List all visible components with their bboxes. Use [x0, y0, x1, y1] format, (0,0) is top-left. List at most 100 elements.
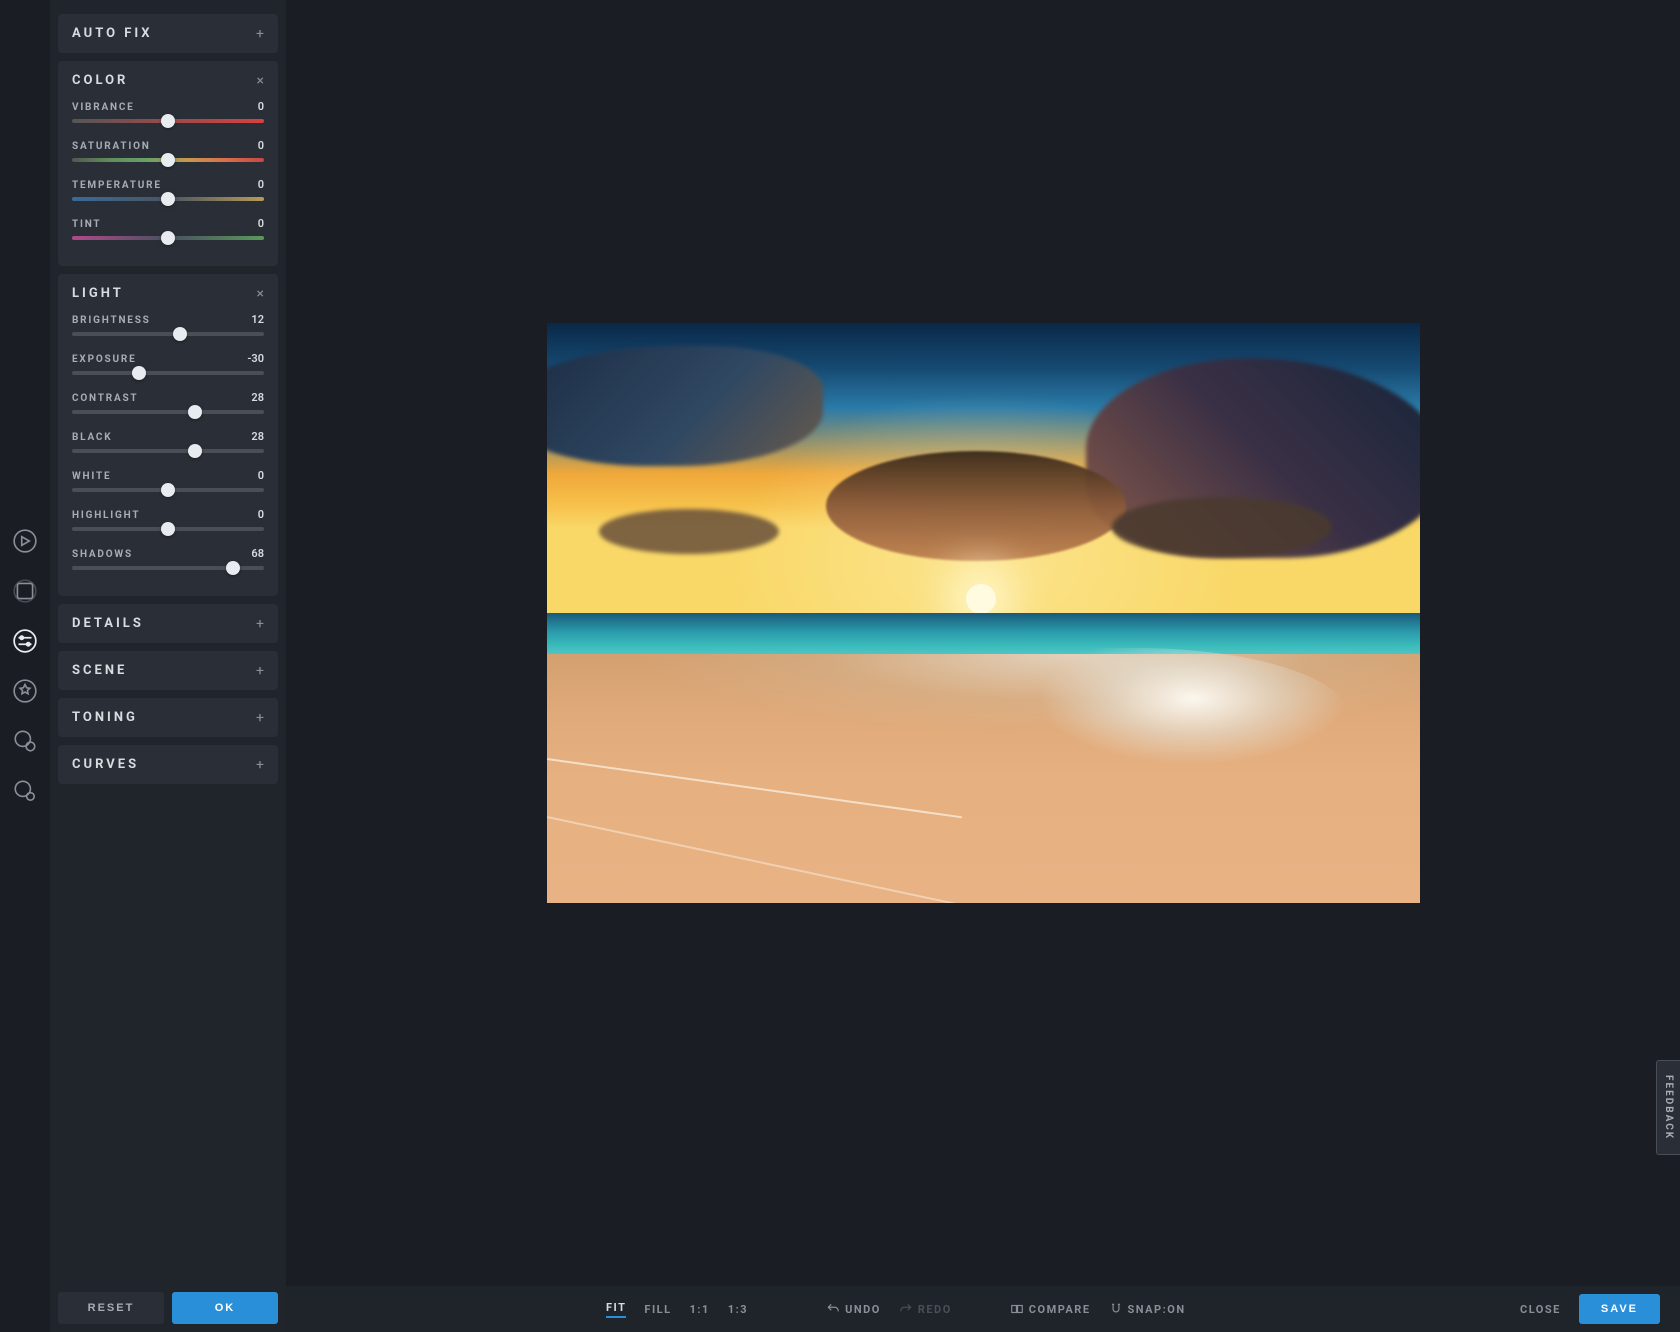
close-icon: × — [257, 74, 264, 88]
slider-thumb[interactable] — [173, 327, 187, 341]
slider-name: TINT — [72, 219, 101, 230]
compare-button[interactable]: COMPARE — [1010, 1302, 1091, 1316]
panel-header-details[interactable]: DETAILS + — [58, 604, 278, 643]
panel-header-color[interactable]: COLOR × — [58, 61, 278, 100]
slider-value: 0 — [258, 469, 264, 482]
panel-title: COLOR — [72, 73, 128, 88]
slider-thumb[interactable] — [161, 483, 175, 497]
slider-track[interactable] — [72, 566, 264, 570]
light-slider-exposure: EXPOSURE -30 — [72, 352, 264, 375]
slider-thumb[interactable] — [161, 153, 175, 167]
plus-icon: + — [256, 711, 264, 725]
snap-icon — [1109, 1302, 1123, 1316]
panel-header-curves[interactable]: CURVES + — [58, 745, 278, 784]
zoom-fill[interactable]: FILL — [644, 1303, 671, 1316]
panel-curves: CURVES + — [58, 745, 278, 784]
slider-track[interactable] — [72, 488, 264, 492]
slider-thumb[interactable] — [188, 444, 202, 458]
undo-icon — [826, 1302, 840, 1316]
panel-scene: SCENE + — [58, 651, 278, 690]
undo-label: UNDO — [845, 1303, 881, 1316]
bottom-toolbar: FIT FILL 1:1 1:3 UNDO REDO COMPARE — [286, 1286, 1680, 1332]
slider-name: EXPOSURE — [72, 354, 137, 365]
panel-details: DETAILS + — [58, 604, 278, 643]
ok-button[interactable]: OK — [172, 1292, 278, 1324]
slider-track[interactable] — [72, 371, 264, 375]
panel-title: TONING — [72, 710, 138, 725]
slider-thumb[interactable] — [161, 522, 175, 536]
zoom-1-3[interactable]: 1:3 — [728, 1303, 748, 1316]
slider-track[interactable] — [72, 236, 264, 240]
panel-title: DETAILS — [72, 616, 144, 631]
panel-title: AUTO FIX — [72, 26, 153, 41]
slider-thumb[interactable] — [161, 192, 175, 206]
slider-track[interactable] — [72, 119, 264, 123]
plus-icon: + — [256, 758, 264, 772]
slider-value: 28 — [251, 430, 264, 443]
slider-thumb[interactable] — [161, 231, 175, 245]
slider-value: 0 — [258, 178, 264, 191]
slider-track[interactable] — [72, 449, 264, 453]
slider-track[interactable] — [72, 197, 264, 201]
panel-title: CURVES — [72, 757, 139, 772]
close-button[interactable]: CLOSE — [1520, 1303, 1561, 1316]
slider-track[interactable] — [72, 527, 264, 531]
compare-icon — [1010, 1302, 1024, 1316]
slider-name: SATURATION — [72, 141, 151, 152]
slider-thumb[interactable] — [226, 561, 240, 575]
panel-title: SCENE — [72, 663, 127, 678]
panel-header-scene[interactable]: SCENE + — [58, 651, 278, 690]
adjust-tool-icon[interactable] — [11, 627, 39, 655]
slider-track[interactable] — [72, 410, 264, 414]
slider-name: WHITE — [72, 471, 111, 482]
slider-value: 0 — [258, 100, 264, 113]
slider-name: HIGHLIGHT — [72, 510, 140, 521]
redo-icon — [899, 1302, 913, 1316]
panel-toning: TONING + — [58, 698, 278, 737]
panel-header-toning[interactable]: TONING + — [58, 698, 278, 737]
draw-tool-icon[interactable] — [11, 777, 39, 805]
color-slider-vibrance: VIBRANCE 0 — [72, 100, 264, 123]
slider-thumb[interactable] — [161, 114, 175, 128]
zoom-1-1[interactable]: 1:1 — [690, 1303, 710, 1316]
reset-button[interactable]: RESET — [58, 1292, 164, 1324]
snap-toggle[interactable]: SNAP:ON — [1109, 1302, 1186, 1316]
undo-button[interactable]: UNDO — [826, 1302, 881, 1316]
effects-tool-icon[interactable] — [11, 677, 39, 705]
shapes-tool-icon[interactable] — [11, 727, 39, 755]
slider-name: VIBRANCE — [72, 102, 135, 113]
panel-header-autofix[interactable]: AUTO FIX + — [58, 14, 278, 53]
sidebar-footer: RESET OK — [58, 1284, 278, 1324]
snap-label: SNAP:ON — [1128, 1303, 1186, 1316]
slider-thumb[interactable] — [132, 366, 146, 380]
light-slider-contrast: CONTRAST 28 — [72, 391, 264, 414]
zoom-fit[interactable]: FIT — [606, 1301, 626, 1318]
panel-color: COLOR × VIBRANCE0SATURATION0TEMPERATURE0… — [58, 61, 278, 266]
redo-label: REDO — [918, 1303, 952, 1316]
adjust-sidebar: AUTO FIX + COLOR × VIBRANCE0SATURATION0T… — [50, 0, 286, 1332]
slider-name: BLACK — [72, 432, 112, 443]
slider-value: -30 — [247, 352, 264, 365]
save-button[interactable]: SAVE — [1579, 1294, 1660, 1324]
color-slider-tint: TINT0 — [72, 217, 264, 240]
cursor-tool-icon[interactable] — [11, 527, 39, 555]
color-slider-saturation: SATURATION0 — [72, 139, 264, 162]
slider-track[interactable] — [72, 332, 264, 336]
slider-value: 28 — [251, 391, 264, 404]
crop-tool-icon[interactable] — [11, 577, 39, 605]
feedback-tab[interactable]: FEEDBACK — [1656, 1060, 1680, 1155]
plus-icon: + — [256, 664, 264, 678]
plus-icon: + — [256, 27, 264, 41]
slider-thumb[interactable] — [188, 405, 202, 419]
panel-header-light[interactable]: LIGHT × — [58, 274, 278, 313]
slider-track[interactable] — [72, 158, 264, 162]
panel-light: LIGHT × BRIGHTNESS12 EXPOSURE -30 CONTRAST 2… — [58, 274, 278, 596]
slider-value: 0 — [258, 508, 264, 521]
light-slider-brightness: BRIGHTNESS12 — [72, 313, 264, 336]
slider-name: BRIGHTNESS — [72, 315, 151, 326]
slider-name: SHADOWS — [72, 549, 133, 560]
slider-name: CONTRAST — [72, 393, 138, 404]
photo-preview[interactable] — [547, 323, 1420, 903]
compare-label: COMPARE — [1029, 1303, 1091, 1316]
panel-title: LIGHT — [72, 286, 124, 301]
